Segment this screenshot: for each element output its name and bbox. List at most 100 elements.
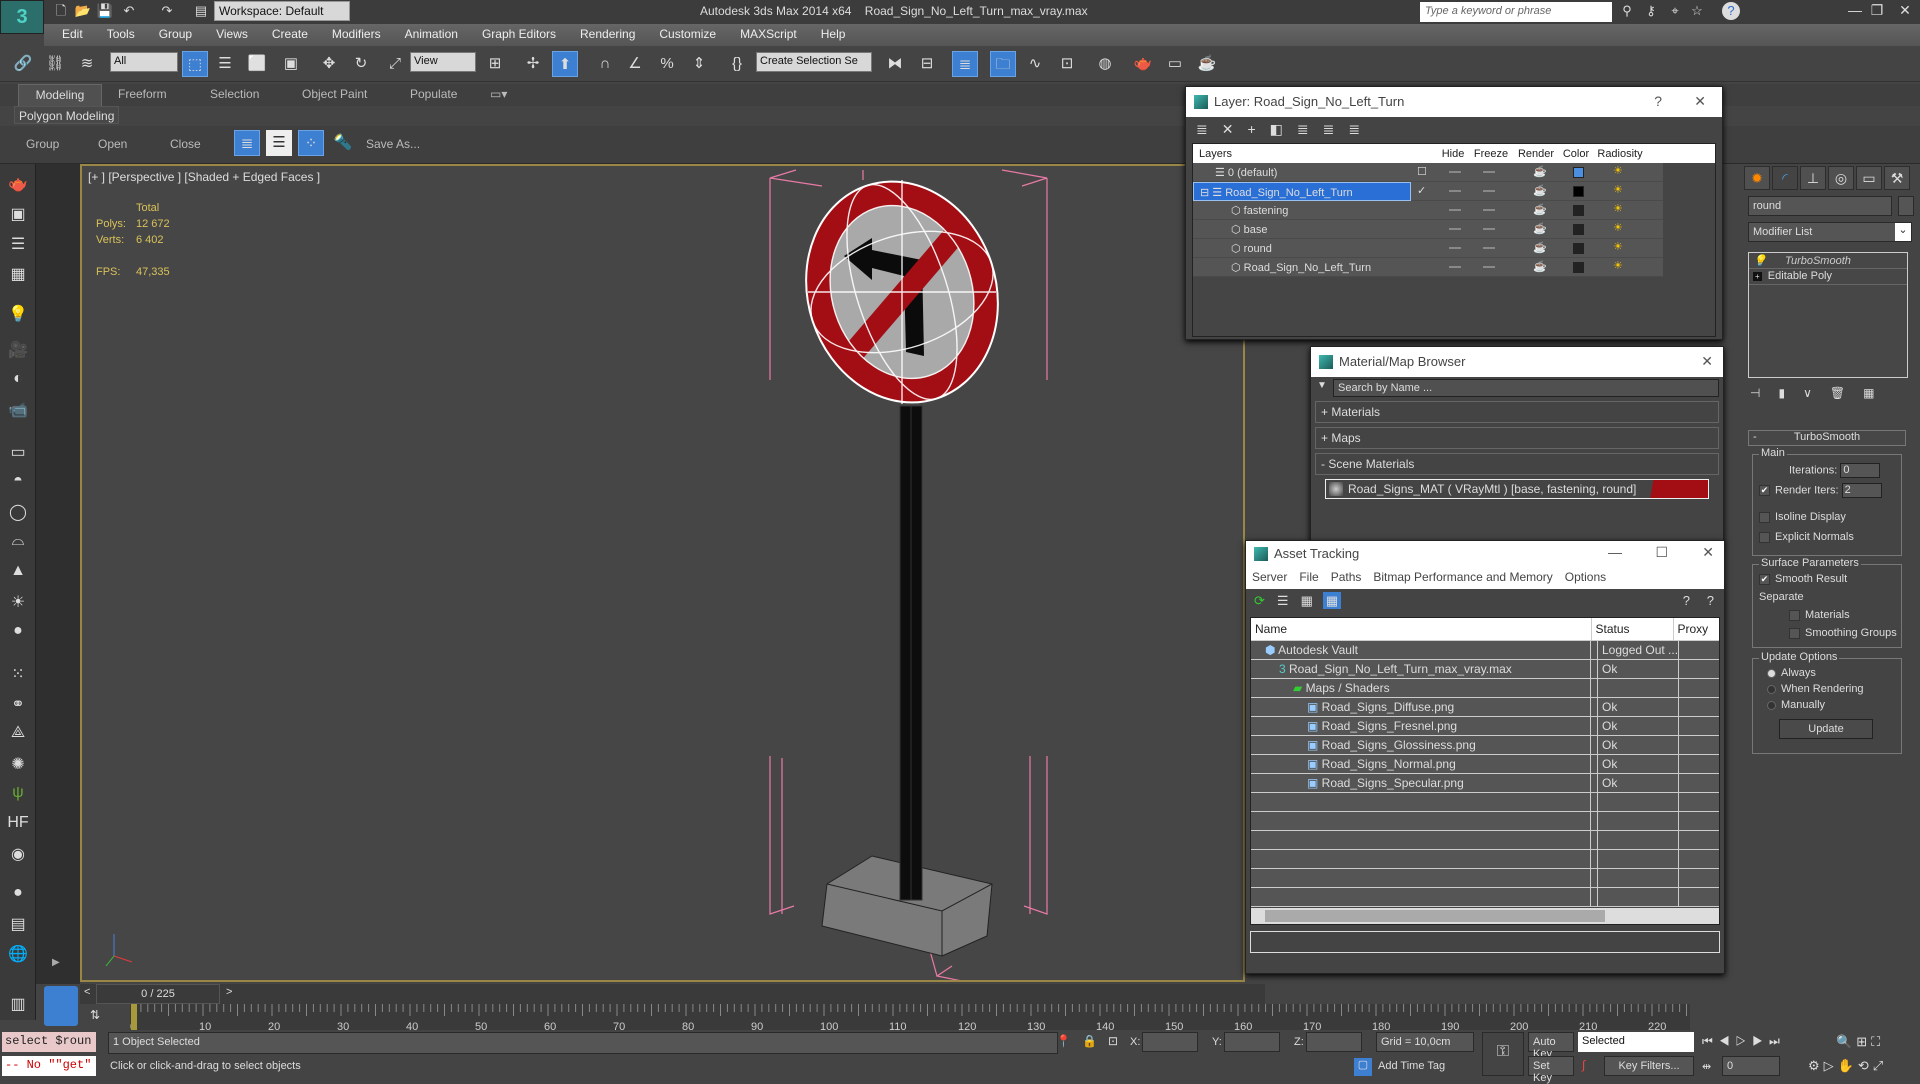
layer-row[interactable]: ⬡ fastening ☕ ☀ xyxy=(1193,201,1663,220)
rig-icon[interactable]: ⟁ xyxy=(6,724,30,746)
display-tab-icon[interactable]: ▭ xyxy=(1856,166,1882,190)
pivot-center-icon[interactable]: ⊞ xyxy=(482,51,508,77)
search-by-name-input[interactable]: Search by Name ... xyxy=(1333,379,1719,397)
layer-color-swatch[interactable] xyxy=(1573,186,1584,197)
material-browser-titlebar[interactable]: Material/Map Browser ✕ xyxy=(1311,347,1723,377)
freeze-toggle[interactable] xyxy=(1483,247,1495,249)
unlink-icon[interactable]: ⛓ xyxy=(42,51,68,77)
refresh-icon[interactable]: ⟳ xyxy=(1254,593,1265,608)
render-window-icon[interactable]: ▣ xyxy=(6,204,30,226)
menu-group[interactable]: Group xyxy=(147,24,204,44)
time-tag-icon[interactable]: ▢ xyxy=(1354,1058,1372,1076)
isolate-selection-icon[interactable]: 📍 xyxy=(1056,1034,1071,1048)
app-menu-button[interactable]: 3 xyxy=(0,0,44,34)
object-id-icon[interactable]: ⁘ xyxy=(298,130,324,156)
freeze-toggle[interactable] xyxy=(1483,190,1495,192)
asset-row[interactable]: ▣ Road_Signs_Fresnel.png Ok xyxy=(1251,716,1719,736)
manually-radio[interactable] xyxy=(1767,700,1776,710)
thumbnail-view-icon[interactable]: ▦ xyxy=(1301,593,1313,608)
freeze-toggle[interactable] xyxy=(1483,171,1495,173)
show-end-result-icon[interactable]: ▮ xyxy=(1778,386,1803,400)
col-render[interactable]: Render xyxy=(1513,144,1559,163)
favorites-star-icon[interactable]: ☆ xyxy=(1688,2,1706,20)
next-key-icon[interactable]: ▶ xyxy=(1752,1034,1769,1048)
layer-window-titlebar[interactable]: Layer: Road_Sign_No_Left_Turn ? ✕ xyxy=(1186,87,1722,117)
globe-icon[interactable]: 🌐 xyxy=(6,944,30,966)
radiosity-icon[interactable]: ☀ xyxy=(1613,202,1623,215)
plane-light-icon[interactable]: ▭ xyxy=(6,442,30,464)
goto-start-icon[interactable]: ⏮ xyxy=(1702,1034,1719,1048)
table-icon[interactable]: ▦ xyxy=(6,264,30,286)
selection-filter-dropdown[interactable]: All xyxy=(110,52,178,72)
layers-icon[interactable]: ≣ xyxy=(234,130,260,156)
zoom-icon[interactable]: 🔍 xyxy=(1836,1034,1856,1049)
properties-icon[interactable]: ☰ xyxy=(266,130,292,156)
remove-modifier-icon[interactable]: 🗑 xyxy=(1830,386,1863,400)
menu-create[interactable]: Create xyxy=(260,24,320,44)
z-coordinate-field[interactable] xyxy=(1306,1032,1362,1052)
curve-editor-icon[interactable]: ∿ xyxy=(1022,51,1048,77)
turbosmooth-rollout-header[interactable]: - TurboSmooth xyxy=(1748,430,1906,446)
new-file-icon[interactable]: 🗋 xyxy=(52,2,70,20)
col-hide[interactable]: Hide xyxy=(1437,144,1469,163)
align-icon[interactable]: ⊟ xyxy=(914,51,940,77)
ies-light-icon[interactable]: ● xyxy=(6,622,30,644)
select-in-layer-icon[interactable]: ◧ xyxy=(1270,121,1297,137)
add-to-layer-icon[interactable]: + xyxy=(1247,121,1269,137)
play-icon[interactable]: ▷ xyxy=(1736,1034,1753,1048)
rectangle-selection-icon[interactable]: ⬜ xyxy=(244,51,270,77)
render-iters-spinner[interactable]: 2 xyxy=(1841,483,1882,498)
hide-toggle[interactable] xyxy=(1449,247,1461,249)
material-item[interactable]: Road_Signs_MAT ( VRayMtl ) [base, fasten… xyxy=(1325,479,1709,499)
menu-maxscript[interactable]: MAXScript xyxy=(728,24,809,44)
current-frame-marker[interactable] xyxy=(131,1004,137,1032)
rotate-icon[interactable]: ↻ xyxy=(348,51,374,77)
camera-dome-icon[interactable]: ◐ xyxy=(6,370,30,392)
smooth-result-checkbox[interactable]: ✔ xyxy=(1759,573,1770,585)
when-rendering-radio[interactable] xyxy=(1767,684,1776,694)
time-slider-thumb[interactable]: 0 / 225 xyxy=(96,984,220,1004)
render-production-icon[interactable]: ☕ xyxy=(1194,51,1220,77)
key-mode-toggle-icon[interactable]: ⇹ xyxy=(1702,1060,1711,1073)
menu-modifiers[interactable]: Modifiers xyxy=(320,24,393,44)
hide-toggle[interactable] xyxy=(1449,228,1461,230)
ribbon-options-icon[interactable]: ▭▾ xyxy=(482,84,515,106)
satellite-icon[interactable]: ⌖ xyxy=(1666,2,1684,20)
layer-color-swatch[interactable] xyxy=(1573,262,1584,273)
close-group-button[interactable]: Close xyxy=(170,137,201,151)
open-button[interactable]: Open xyxy=(98,137,127,151)
render-teapot-icon[interactable]: ☕ xyxy=(1533,203,1547,216)
asset-menu-server[interactable]: Server xyxy=(1252,570,1287,584)
layer-color-swatch[interactable] xyxy=(1573,224,1584,235)
col-radiosity[interactable]: Radiosity xyxy=(1593,144,1647,163)
link-icon[interactable]: 🔗 xyxy=(10,51,36,77)
polygon-modeling-panel[interactable]: Polygon Modeling xyxy=(14,106,120,124)
radiosity-icon[interactable]: ☀ xyxy=(1613,164,1623,177)
layer-row[interactable]: ⬡ round ☕ ☀ xyxy=(1193,239,1663,258)
smoothing-groups-checkbox[interactable] xyxy=(1789,627,1800,639)
col-active[interactable] xyxy=(1411,144,1437,163)
bind-space-warp-icon[interactable]: ≋ xyxy=(74,51,100,77)
menu-rendering[interactable]: Rendering xyxy=(568,24,647,44)
isoline-display-checkbox[interactable] xyxy=(1759,511,1770,523)
layer-color-swatch[interactable] xyxy=(1573,205,1584,216)
keyboard-shortcut-override-icon[interactable]: ⬆ xyxy=(552,51,578,77)
key-filters-button[interactable]: Key Filters... xyxy=(1604,1056,1694,1076)
select-by-name-icon[interactable]: ☰ xyxy=(212,51,238,77)
asset-row[interactable]: 3 Road_Sign_No_Left_Turn_max_vray.max Ok xyxy=(1251,659,1719,679)
menu-animation[interactable]: Animation xyxy=(393,24,470,44)
active-layer-check-icon[interactable]: ✓ xyxy=(1417,184,1426,197)
layer-color-swatch[interactable] xyxy=(1573,167,1584,178)
open-mini-curve-editor-icon[interactable]: ⇅ xyxy=(90,1008,100,1022)
horizontal-scrollbar[interactable] xyxy=(1251,908,1719,924)
maxscript-listener-input[interactable]: select $roun xyxy=(2,1032,96,1052)
pan-icon[interactable]: ✋ xyxy=(1838,1058,1858,1073)
col-color[interactable]: Color xyxy=(1559,144,1593,163)
hierarchy-tab-icon[interactable]: ⊥ xyxy=(1800,166,1826,190)
tab-selection[interactable]: Selection xyxy=(202,84,267,106)
asset-minimize-button[interactable]: — xyxy=(1608,544,1622,560)
iterations-spinner[interactable]: 0 xyxy=(1840,463,1881,478)
radiosity-icon[interactable]: ☀ xyxy=(1613,183,1623,196)
script-listener-icon[interactable]: ▥ xyxy=(6,994,30,1016)
material-browser-close-button[interactable]: ✕ xyxy=(1701,353,1713,370)
